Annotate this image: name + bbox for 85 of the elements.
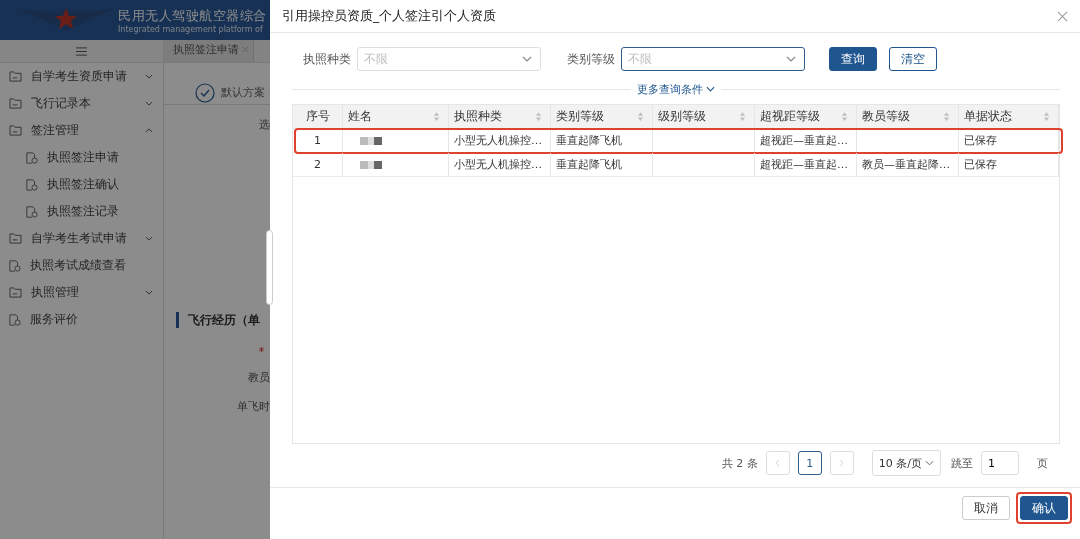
table-cell: 教员—垂直起降… (862, 157, 950, 172)
sort-icon[interactable] (433, 111, 440, 122)
section-title: 飞行经历（单 (188, 311, 260, 329)
caret-icon (925, 460, 934, 466)
check-circle-icon (195, 82, 215, 103)
search-button[interactable]: 查询 (829, 47, 877, 71)
confirm-button[interactable]: 确认 (1020, 496, 1068, 520)
table-cell: 超视距—垂直起… (760, 157, 848, 172)
page-size-select[interactable]: 10 条/页 (871, 450, 941, 476)
folder-icon (9, 233, 22, 244)
document-icon (9, 259, 21, 272)
column-header[interactable]: 单据状态 (964, 109, 1012, 124)
sidebar-item[interactable]: 飞行记录本 (0, 90, 163, 117)
prev-page-button[interactable] (765, 451, 790, 475)
sidebar-item[interactable]: 自学考生考试申请 (0, 225, 163, 252)
table-cell: 已保存 (964, 133, 997, 148)
folder-icon (9, 125, 22, 136)
field-label: 教员 (248, 370, 270, 386)
sidebar-item[interactable]: 执照管理 (0, 279, 163, 306)
filter-label: 类别等级 (567, 51, 615, 67)
column-header[interactable]: 超视距等级 (760, 109, 820, 124)
column-header[interactable]: 类别等级 (556, 109, 604, 124)
platform-title: 民用无人驾驶航空器综合 (118, 6, 267, 25)
column-header[interactable]: 级别等级 (658, 109, 706, 124)
clear-button[interactable]: 清空 (889, 47, 937, 71)
field-label: 选 (259, 118, 270, 131)
sort-icon[interactable] (1043, 111, 1050, 122)
sort-icon[interactable] (535, 111, 542, 122)
document-icon (26, 178, 38, 191)
more-conditions-link[interactable]: 更多查询条件 (631, 81, 721, 97)
chevron-icon (145, 74, 153, 79)
close-icon[interactable] (1057, 10, 1068, 22)
dialog-title: 引用操控员资质_个人签注引个人资质 (282, 7, 497, 25)
sidebar-item[interactable]: 签注管理 (0, 117, 163, 144)
sort-icon[interactable] (943, 111, 950, 122)
table-cell: 垂直起降飞机 (556, 133, 622, 148)
column-header[interactable]: 执照种类 (454, 109, 502, 124)
sort-icon[interactable] (637, 111, 644, 122)
document-icon (26, 151, 38, 164)
folder-icon (9, 287, 22, 298)
chevron-icon (145, 128, 153, 133)
document-icon (26, 205, 38, 218)
cancel-button[interactable]: 取消 (962, 496, 1010, 520)
resize-handle[interactable] (266, 230, 273, 305)
page-button[interactable]: 1 (797, 451, 822, 475)
jump-label: 跳至 (951, 455, 973, 471)
chevron-icon (145, 290, 153, 295)
chevron-right-icon (839, 459, 845, 467)
column-header[interactable]: 教员等级 (862, 109, 910, 124)
table-cell: 已保存 (964, 157, 997, 172)
table-cell: 小型无人机操控… (454, 133, 542, 148)
sidebar-subitem[interactable]: 执照签注确认 (0, 171, 163, 198)
menu-icon[interactable] (76, 46, 87, 56)
chevron-icon (145, 101, 153, 106)
filter-label: 执照种类 (303, 51, 351, 67)
scheme-label: 默认方案 (221, 85, 265, 100)
page-unit: 页 (1037, 455, 1048, 471)
table-cell: 小型无人机操控… (454, 157, 542, 172)
folder-icon (9, 71, 22, 82)
sort-icon[interactable] (739, 111, 746, 122)
folder-icon (9, 98, 22, 109)
caret-icon (706, 86, 715, 92)
sidebar-item[interactable]: 执照考试成绩查看 (0, 252, 163, 279)
sidebar-subitem[interactable]: 执照签注申请 (0, 144, 163, 171)
sidebar-item[interactable]: 服务评价 (0, 306, 163, 333)
sidebar-item[interactable]: 自学考生资质申请 (0, 63, 163, 90)
chevron-left-icon (775, 459, 781, 467)
next-page-button[interactable] (829, 451, 854, 475)
table-cell: 超视距—垂直起… (760, 133, 848, 148)
dropdown-caret-icon (786, 56, 796, 62)
table-cell: 2 (314, 158, 321, 171)
column-header[interactable]: 序号 (305, 109, 330, 124)
chevron-icon (145, 236, 153, 241)
field-label: 单飞时 (237, 399, 270, 415)
dropdown-caret-icon (522, 56, 532, 62)
sidebar-subitem[interactable]: 执照签注记录 (0, 198, 163, 225)
platform-subtitle: Integrated management platform of (118, 24, 264, 34)
page-input[interactable]: 1 (981, 451, 1019, 475)
total-count: 共 2 条 (721, 455, 758, 471)
sort-icon[interactable] (841, 111, 848, 122)
table-cell: 1 (314, 134, 321, 147)
column-header[interactable]: 姓名 (348, 109, 372, 124)
close-icon[interactable] (242, 46, 249, 53)
table-cell: 垂直起降飞机 (556, 157, 622, 172)
document-icon (9, 313, 21, 326)
